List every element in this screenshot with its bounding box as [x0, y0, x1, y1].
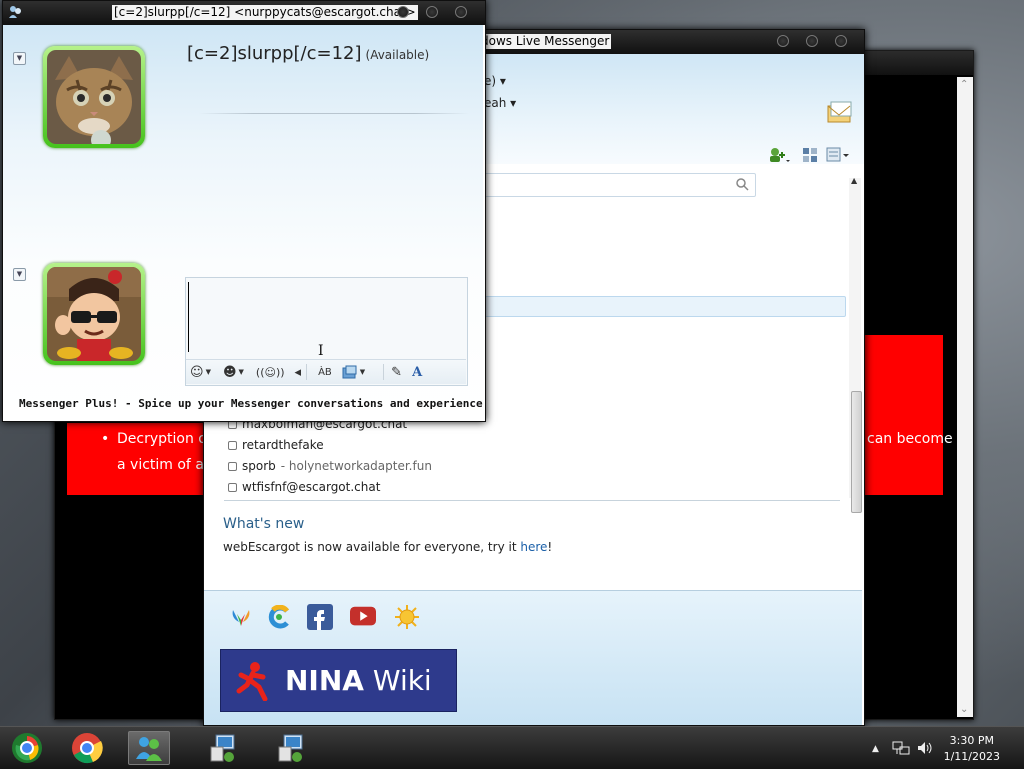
- background-window-scrollbar[interactable]: ⌃ ⌄: [957, 77, 973, 717]
- contact-name: retardthefake: [242, 438, 324, 452]
- whats-new-heading: What's new: [223, 516, 305, 532]
- messenger-plus-banner[interactable]: Messenger Plus! - Spice up your Messenge…: [3, 393, 483, 417]
- presence-icon: [228, 440, 237, 450]
- scroll-up-icon[interactable]: ▲: [851, 176, 857, 185]
- toolbar-separator: [306, 364, 308, 380]
- start-orb-icon: [12, 733, 42, 763]
- escargot-icon[interactable]: [266, 604, 292, 630]
- name-separator: [199, 113, 469, 114]
- contact-name: wtfisfnf@escargot.chat: [242, 480, 381, 494]
- presence-icon: [228, 461, 237, 471]
- section-divider: [224, 500, 840, 501]
- right-fragment-text: can become: [867, 431, 953, 447]
- remote-desktop-icon: [210, 734, 235, 762]
- handwriting-icon[interactable]: ✎: [391, 363, 402, 381]
- contact-list-scroll-thumb[interactable]: [851, 391, 862, 513]
- contact-item[interactable]: retardthefake: [228, 438, 324, 452]
- red-content-right: can become: [865, 335, 953, 495]
- personal-message-selector[interactable]: eah ▾: [484, 96, 516, 110]
- backgrounds-icon[interactable]: ▼: [342, 363, 365, 381]
- red-content-left: • Decryption of a victim of a: [67, 423, 217, 495]
- youtube-icon[interactable]: [350, 604, 376, 630]
- bullet-dot: •: [101, 431, 110, 447]
- text-format-icon[interactable]: A: [412, 363, 422, 381]
- chrome-icon: [72, 733, 103, 764]
- clock-time: 3:30 PM: [949, 734, 994, 747]
- nina-wiki-text: NINA Wiki: [285, 664, 432, 697]
- toolbar-separator: [383, 364, 385, 380]
- conversation-window[interactable]: [c=2]slurpp[/c=12] <nurppycats@escargot.…: [2, 0, 486, 422]
- presence-icon: [228, 482, 237, 492]
- maximize-button[interactable]: [426, 6, 438, 18]
- add-contact-icon[interactable]: [768, 146, 790, 164]
- my-avatar[interactable]: [43, 263, 145, 365]
- sun-icon[interactable]: [394, 604, 420, 630]
- voice-clip-icon[interactable]: ◂: [295, 363, 302, 381]
- minimize-button[interactable]: [777, 35, 789, 47]
- volume-icon[interactable]: [916, 740, 934, 756]
- taskbar-messenger[interactable]: [128, 731, 170, 765]
- facebook-icon[interactable]: [307, 604, 333, 630]
- system-clock[interactable]: 3:30 PM 1/11/2023: [944, 733, 1000, 765]
- winks-icon[interactable]: ☻ ▼: [223, 363, 244, 381]
- scroll-up-icon[interactable]: ⌃: [960, 79, 968, 90]
- change-layout-icon[interactable]: [802, 147, 818, 163]
- search-icon[interactable]: [736, 178, 749, 191]
- whats-new-text: webEscargot is now available for everyon…: [223, 540, 553, 554]
- nudge-icon[interactable]: ((☺)): [256, 363, 285, 381]
- bullet-line-1: Decryption of: [117, 431, 212, 447]
- emoticons-icon[interactable]: ☺ ▼: [190, 363, 211, 381]
- network-icon[interactable]: [892, 740, 910, 756]
- remote-desktop-icon: [278, 734, 303, 762]
- maximize-button[interactable]: [806, 35, 818, 47]
- contact-display-name: [c=2]slurpp[/c=12] (Available): [187, 43, 430, 64]
- contact-search-input[interactable]: [482, 173, 756, 197]
- contact-avatar[interactable]: [43, 46, 145, 148]
- collapse-contact-panel-icon[interactable]: ▼: [13, 52, 26, 65]
- nina-wiki-banner[interactable]: NINA Wiki: [220, 649, 457, 712]
- contact-name: sporb: [242, 459, 276, 473]
- clock-date: 1/11/2023: [943, 750, 1000, 763]
- mouse-cursor-ibeam: Ⅰ: [318, 343, 324, 359]
- taskbar-chrome[interactable]: [66, 731, 108, 765]
- close-button[interactable]: [835, 35, 847, 47]
- whats-new-link[interactable]: here: [520, 540, 547, 554]
- show-menu-icon[interactable]: [826, 147, 850, 163]
- contact-item[interactable]: wtfisfnf@escargot.chat: [228, 480, 380, 494]
- cartoon-picture: [47, 267, 141, 361]
- scroll-down-icon[interactable]: ⌄: [960, 704, 968, 715]
- taskbar-item-1[interactable]: [202, 731, 244, 765]
- messenger-buddies-icon: [136, 737, 162, 761]
- kitten-picture: [47, 50, 141, 144]
- close-button[interactable]: [455, 6, 467, 18]
- collapse-self-panel-icon[interactable]: ▼: [13, 268, 26, 281]
- contact-group-header[interactable]: [482, 296, 846, 317]
- messenger-butterfly-icon[interactable]: [228, 604, 254, 630]
- contact-item[interactable]: sporb - holynetworkadapter.fun: [228, 459, 432, 473]
- mail-icon[interactable]: [826, 100, 854, 126]
- start-button[interactable]: [6, 731, 48, 765]
- conversation-window-title: [c=2]slurpp[/c=12] <nurppycats@escargot.…: [112, 5, 418, 20]
- contact-personal-message: - holynetworkadapter.fun: [280, 459, 432, 473]
- show-hidden-icons[interactable]: ▲: [872, 744, 879, 754]
- conversation-toolbar: ☺ ▼ ☻ ▼ ((☺)) ◂ ÀB ▼ ✎ A: [186, 359, 466, 384]
- font-icon[interactable]: ÀB: [318, 363, 332, 381]
- status-selector[interactable]: e) ▾: [484, 74, 506, 88]
- messenger-window-title: dows Live Messenger: [479, 34, 612, 49]
- conversation-titlebar[interactable]: [c=2]slurpp[/c=12] <nurppycats@escargot.…: [3, 1, 485, 25]
- bullet-line-2: a victim of a: [117, 457, 204, 473]
- taskbar-item-2[interactable]: [270, 731, 312, 765]
- contact-status: (Available): [365, 48, 430, 62]
- aim-running-man-icon: [236, 661, 268, 701]
- messenger-logo-icon: [9, 6, 21, 18]
- text-caret: [188, 282, 189, 352]
- minimize-button[interactable]: [397, 6, 409, 18]
